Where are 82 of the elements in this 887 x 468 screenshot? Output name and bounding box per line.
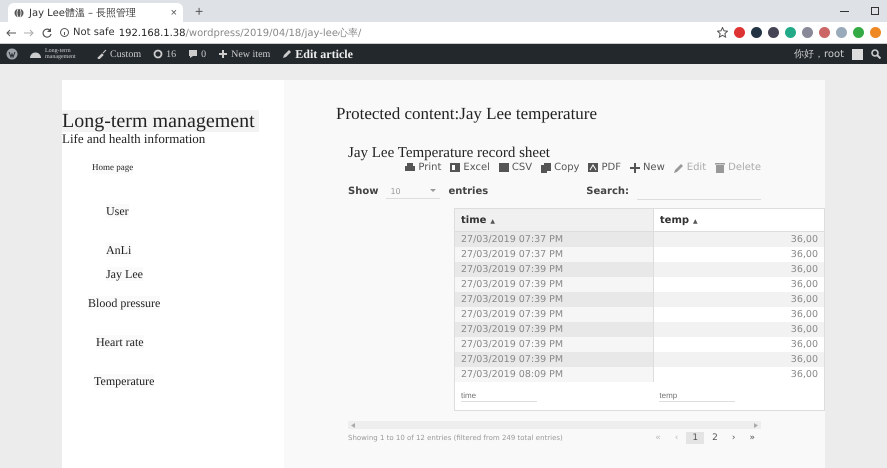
new-tab-button[interactable]: + <box>191 3 208 19</box>
new-button[interactable]: New <box>630 162 665 173</box>
spreadsheet-icon <box>450 162 460 172</box>
page-button[interactable]: 1 <box>686 432 704 444</box>
page-button[interactable]: › <box>726 432 742 444</box>
pdf-button[interactable]: PDF <box>588 162 621 173</box>
new-link[interactable]: New item <box>218 48 270 60</box>
site-title: Long-term management <box>62 110 259 132</box>
table-cell: 36,00 <box>653 307 824 322</box>
greeting-link[interactable]: 你好，root <box>794 47 844 61</box>
customize-link[interactable]: Custom <box>97 48 142 60</box>
page-button[interactable]: » <box>743 432 761 444</box>
site-subtitle: Life and health information <box>62 132 206 146</box>
sidebar-link[interactable]: AnLi <box>106 243 132 257</box>
table-cell: 36,00 <box>653 337 824 352</box>
table-cell: 36,00 <box>653 292 824 307</box>
extension-icon[interactable] <box>751 27 762 38</box>
copy-button[interactable]: Copy <box>541 162 580 173</box>
reload-icon[interactable] <box>42 28 52 38</box>
entries-label: entries <box>448 186 488 197</box>
page-title: Protected content:Jay Lee temperature <box>336 104 598 124</box>
filter-field[interactable]: time <box>461 390 537 402</box>
plus-icon <box>218 49 228 59</box>
comment-icon <box>188 49 198 59</box>
dashboard-icon[interactable] <box>30 50 41 58</box>
table-cell: 27/03/2019 08:09 PM <box>454 367 654 382</box>
page-button[interactable]: 2 <box>706 432 724 444</box>
table-cell: 36,00 <box>653 322 824 337</box>
pencil-icon <box>674 162 684 172</box>
sidebar-link[interactable]: Heart rate <box>96 335 144 349</box>
table-cell: 27/03/2019 07:39 PM <box>454 322 654 337</box>
sheet-title: Jay Lee Temperature record sheet <box>348 145 551 162</box>
globe-icon <box>14 8 24 18</box>
trash-icon <box>715 162 726 172</box>
url-text: 192.168.1.38/wordpress/2019/04/18/jay-lee心率/ <box>118 26 362 40</box>
table-cell: 27/03/2019 07:37 PM <box>454 232 654 247</box>
table-cell: 27/03/2019 07:39 PM <box>454 352 654 367</box>
table-cell: 36,00 <box>653 277 824 292</box>
show-label: Show <box>348 186 378 197</box>
copy-icon <box>541 162 552 172</box>
browser-tab[interactable]: Jay Lee體溫 – 長照管理 × <box>8 3 183 22</box>
security-label: Not safe <box>73 27 115 38</box>
maximize-icon[interactable] <box>871 6 879 14</box>
csv-button[interactable]: CSV <box>498 162 532 173</box>
sidebar-link[interactable]: Blood pressure <box>88 296 160 310</box>
updates-link[interactable]: 16 <box>153 48 176 60</box>
table-cell: 27/03/2019 07:37 PM <box>454 247 654 262</box>
back-icon[interactable] <box>6 28 16 36</box>
table-cell: 36,00 <box>653 232 824 247</box>
excel-button[interactable]: Excel <box>450 162 490 173</box>
avatar-icon[interactable] <box>852 48 863 60</box>
comments-link[interactable]: 0 <box>188 48 206 60</box>
tab-close-button[interactable]: × <box>170 6 177 18</box>
profile-avatar[interactable] <box>870 27 881 38</box>
table-cell: 27/03/2019 07:39 PM <box>454 262 654 277</box>
sidebar-link[interactable]: User <box>106 204 129 218</box>
table-cell: 27/03/2019 07:39 PM <box>454 277 654 292</box>
sidebar-link[interactable]: Jay Lee <box>106 267 143 281</box>
filter-field[interactable]: temp <box>659 390 736 402</box>
table-cell: 27/03/2019 07:39 PM <box>454 307 654 322</box>
plus-icon <box>630 162 640 172</box>
dropdown-caret-icon <box>430 186 436 192</box>
sidebar-link[interactable]: Temperature <box>94 374 154 388</box>
printer-icon <box>405 162 416 172</box>
table-cell: 36,00 <box>653 352 824 367</box>
table-cell: 36,00 <box>653 262 824 277</box>
table-cell: 36,00 <box>653 247 824 262</box>
edit-link[interactable]: Edit article <box>282 46 353 62</box>
wordpress-logo-icon[interactable] <box>6 48 18 60</box>
print-button[interactable]: Print <box>405 162 442 173</box>
info-icon <box>60 28 69 37</box>
pdf-icon <box>588 162 598 172</box>
table-cell: 27/03/2019 07:39 PM <box>454 292 654 307</box>
sidebar-link[interactable]: Home page <box>92 160 134 174</box>
table-cell: 27/03/2019 07:39 PM <box>454 337 654 352</box>
pencil-icon <box>282 49 292 59</box>
brush-icon <box>97 49 107 59</box>
search-icon[interactable] <box>871 49 881 59</box>
extension-icon[interactable] <box>768 27 779 38</box>
search-label: Search: <box>586 186 629 197</box>
table-cell: 36,00 <box>653 367 824 382</box>
bookmark-star-icon[interactable] <box>717 27 728 38</box>
